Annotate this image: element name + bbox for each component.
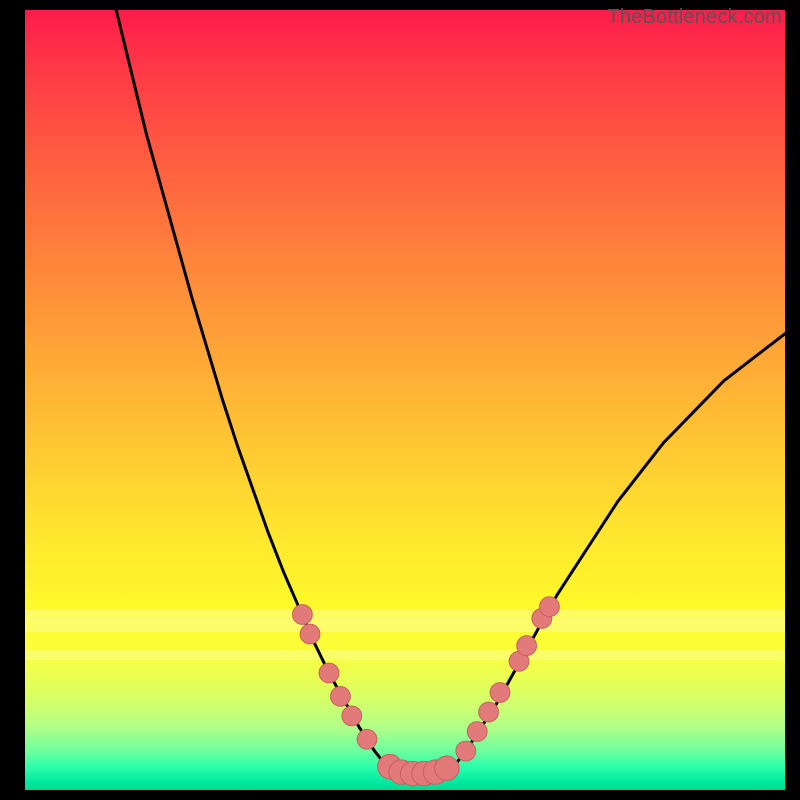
curve-marker bbox=[517, 636, 537, 656]
curve-marker bbox=[479, 702, 499, 722]
curve-marker bbox=[435, 756, 459, 780]
curve-marker bbox=[357, 729, 377, 749]
curve-marker bbox=[342, 706, 362, 726]
curve-marker bbox=[293, 605, 313, 625]
curve-marker bbox=[300, 624, 320, 644]
curve-marker bbox=[467, 722, 487, 742]
curve-path bbox=[116, 10, 785, 774]
plot-area bbox=[25, 10, 785, 790]
curve-marker bbox=[456, 741, 476, 761]
bottleneck-curve bbox=[25, 10, 785, 790]
chart-frame: TheBottleneck.com bbox=[0, 0, 800, 800]
curve-marker bbox=[540, 597, 560, 617]
curve-marker bbox=[490, 683, 510, 703]
curve-marker bbox=[331, 687, 351, 707]
curve-marker bbox=[319, 663, 339, 683]
watermark-text: TheBottleneck.com bbox=[607, 6, 782, 29]
